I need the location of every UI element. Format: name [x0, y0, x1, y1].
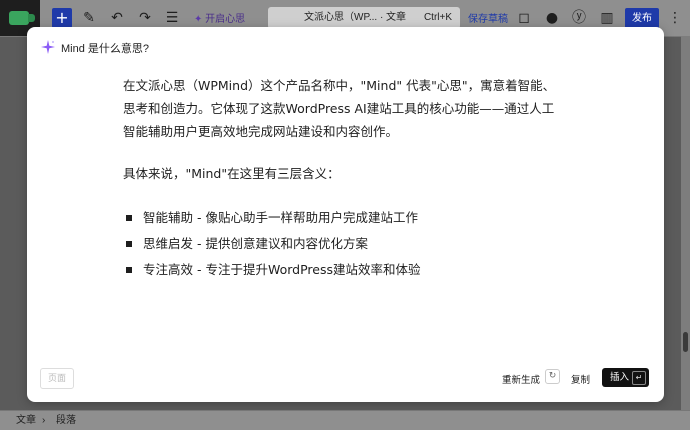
sparkle-icon: ✦ [194, 14, 203, 25]
more-icon[interactable]: ⋮ [666, 9, 684, 27]
answer-paragraph: 具体来说，"Mind"在这里有三层含义： [123, 166, 340, 181]
scrollbar-thumb[interactable] [683, 332, 688, 352]
answer-paragraph: 在文派心思（WPMind）这个产品名称中，"Mind" 代表"心思"，寓意着智能… [123, 78, 556, 139]
regenerate-button[interactable]: 重新生成 [502, 372, 540, 386]
pen-icon[interactable]: ✎ [80, 9, 98, 27]
bullet-icon [126, 267, 132, 273]
document-title-bar[interactable]: 文派心思（WP... · 文章 Ctrl+K [268, 7, 460, 29]
page-button[interactable]: 页面 [40, 368, 74, 389]
chat-icon[interactable]: ● [543, 9, 561, 27]
bullet-icon [126, 215, 132, 221]
enter-key-icon: ↵ [632, 371, 646, 385]
list-item: 智能辅助 - 像贴心助手一样帮助用户完成建站工作 [123, 205, 563, 231]
breadcrumb-item-paragraph[interactable]: 段落 [56, 411, 76, 430]
refresh-icon[interactable]: ↻ [545, 369, 560, 384]
document-title: 文派心思（WP... [304, 12, 378, 23]
sparkle-icon [41, 40, 55, 54]
answer-content: 在文派心思（WPMind）这个产品名称中，"Mind" 代表"心思"，寓意着智能… [123, 74, 563, 283]
insert-button[interactable]: 插入 ↵ [602, 368, 649, 387]
mind-toggle-label: 开启心思 [205, 14, 246, 25]
mind-toggle-button[interactable]: ✦ 开启心思 [194, 10, 245, 25]
breadcrumb-item-post[interactable]: 文章 [16, 411, 36, 430]
ai-answer-modal: Mind 是什么意思? 在文派心思（WPMind）这个产品名称中，"Mind" … [27, 27, 664, 402]
undo-icon[interactable]: ↶ [108, 9, 126, 27]
command-shortcut: Ctrl+K [423, 12, 452, 23]
copy-button[interactable]: 复制 [571, 372, 590, 386]
add-block-button[interactable]: + [52, 8, 72, 28]
bell-icon[interactable]: ◻ [515, 9, 533, 27]
insert-label: 插入 [610, 372, 630, 383]
sidebar-toggle-icon[interactable]: ▥ [598, 9, 616, 27]
bullet-icon [126, 241, 132, 247]
breadcrumb-separator: › [42, 415, 46, 426]
editor-scrollbar[interactable] [681, 36, 690, 410]
breadcrumb: 文章 › 段落 [0, 410, 690, 430]
yoast-icon[interactable]: ⓨ [570, 9, 588, 27]
user-query: Mind 是什么意思? [61, 43, 150, 55]
list-view-icon[interactable]: ☰ [163, 9, 181, 27]
list-item-text: 专注高效 - 专注于提升WordPress建站效率和体验 [143, 262, 421, 277]
list-item: 专注高效 - 专注于提升WordPress建站效率和体验 [123, 257, 563, 283]
answer-bullet-list: 智能辅助 - 像贴心助手一样帮助用户完成建站工作 思维启发 - 提供创意建议和内… [123, 205, 563, 283]
list-item: 思维启发 - 提供创意建议和内容优化方案 [123, 231, 563, 257]
redo-icon[interactable]: ↷ [136, 9, 154, 27]
list-item-text: 思维启发 - 提供创意建议和内容优化方案 [143, 236, 368, 251]
document-type: · 文章 [379, 12, 407, 23]
list-item-text: 智能辅助 - 像贴心助手一样帮助用户完成建站工作 [143, 210, 418, 225]
save-draft-button[interactable]: 保存草稿 [468, 10, 508, 25]
